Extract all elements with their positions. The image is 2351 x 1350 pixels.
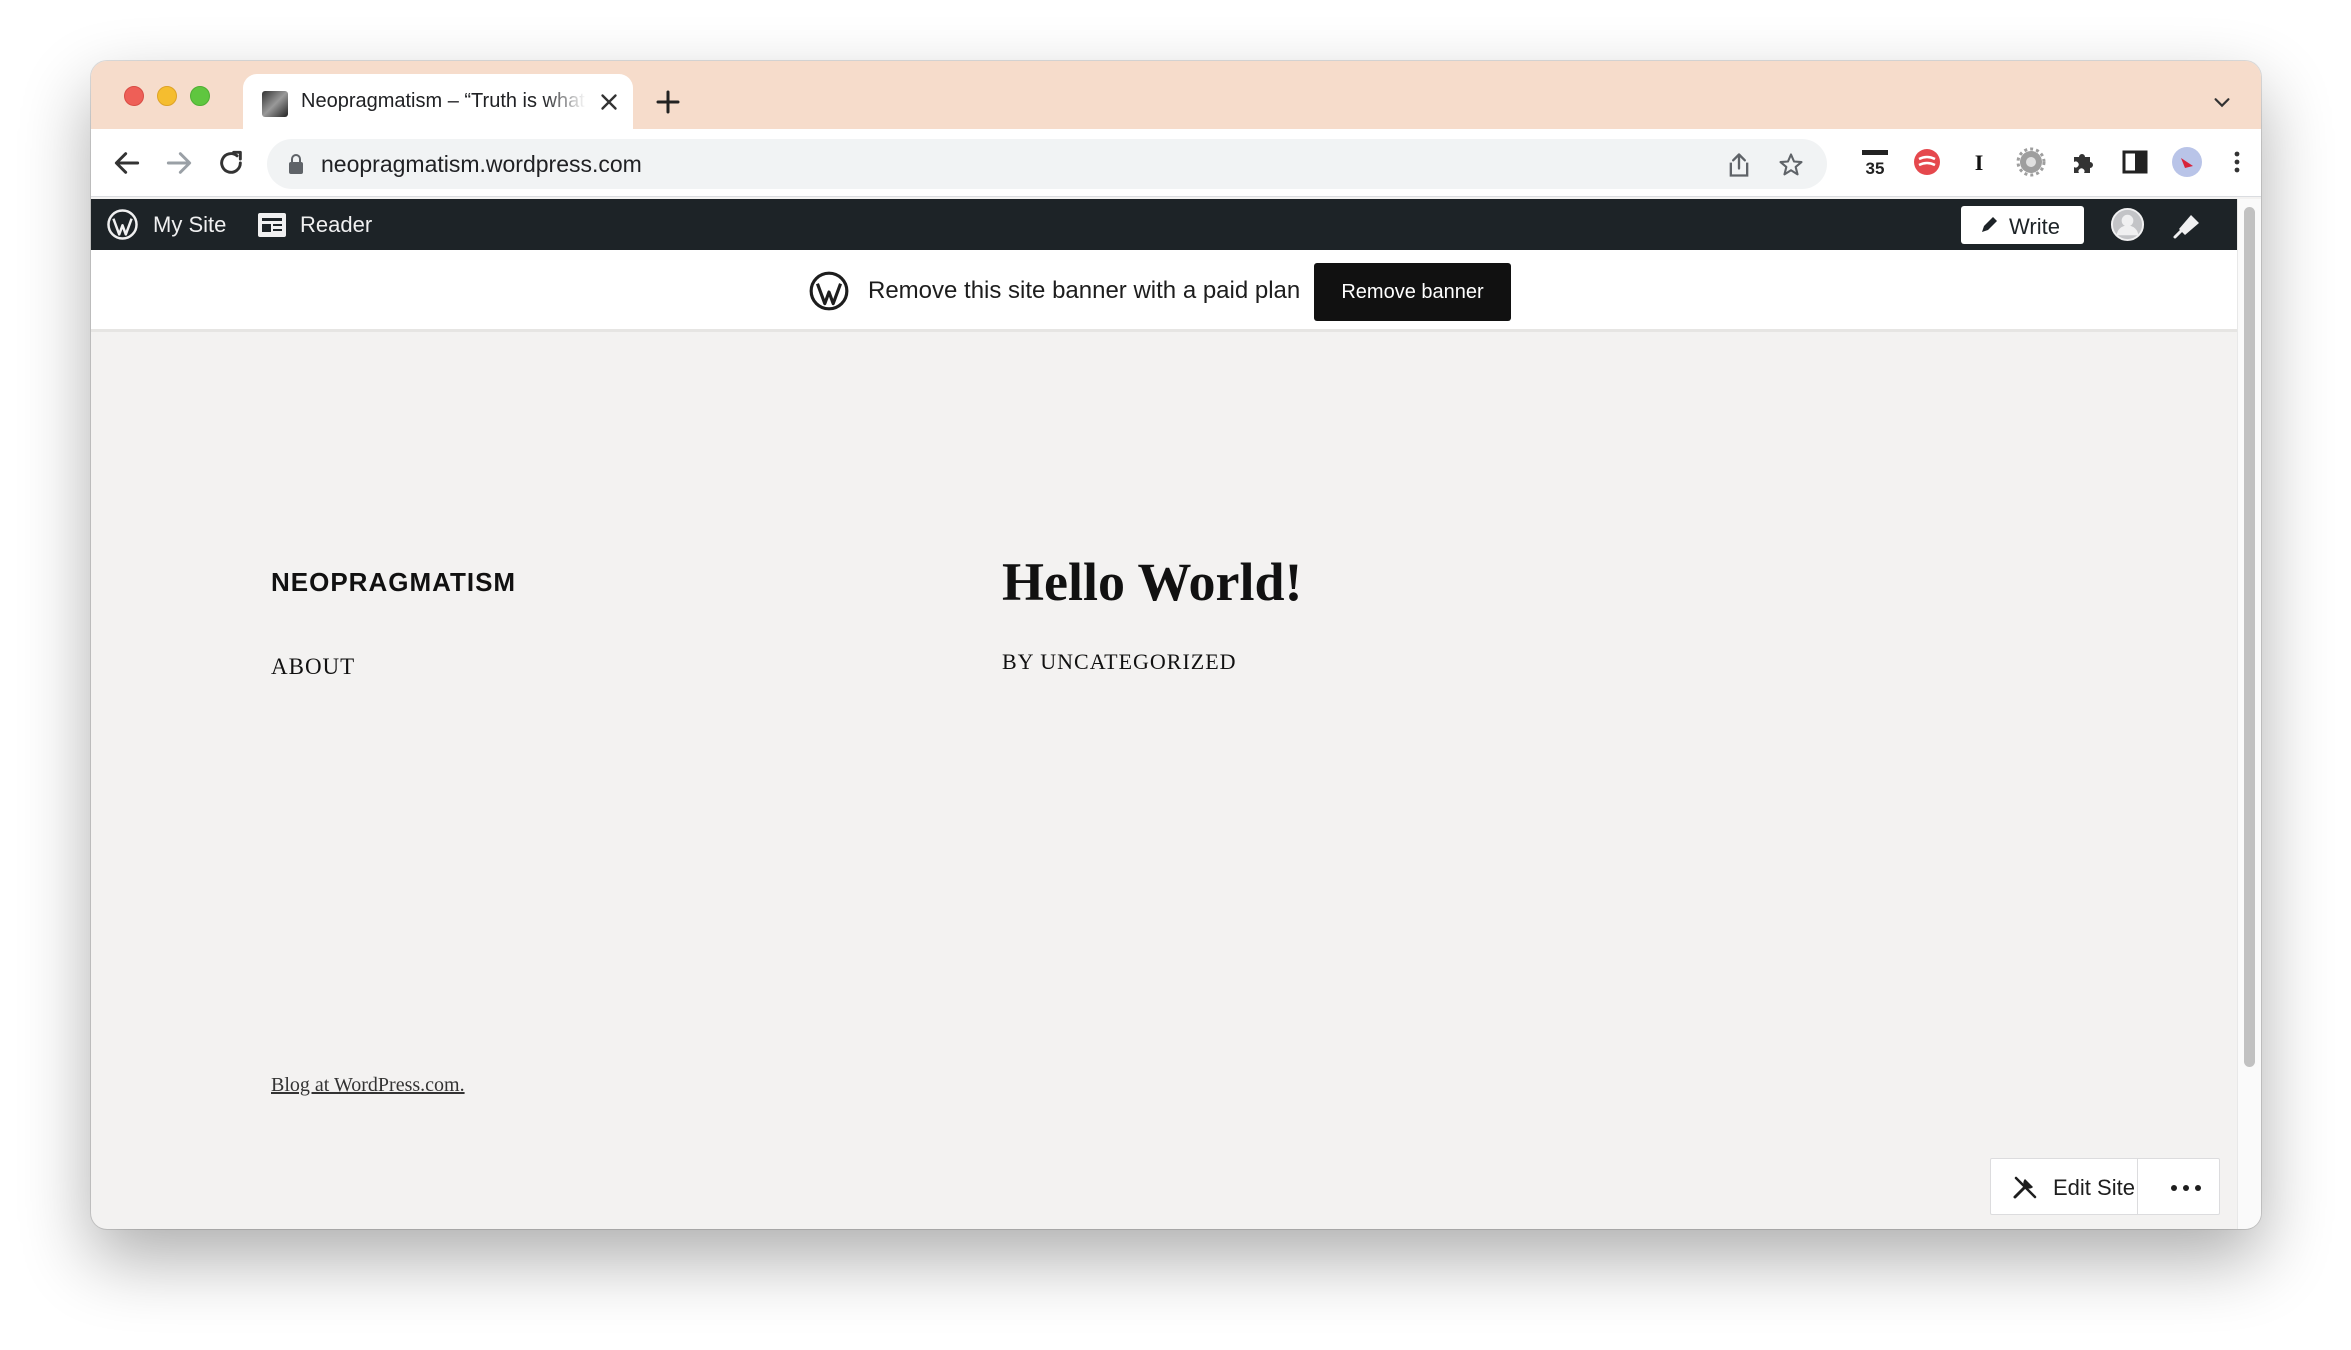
zoom-window-button[interactable] — [190, 86, 210, 106]
instapaper-extension-icon[interactable]: I — [1963, 146, 1995, 178]
banner-text: Remove this site banner with a paid plan — [868, 277, 1301, 304]
browser-menu-icon[interactable] — [2221, 146, 2253, 178]
extensions-puzzle-icon[interactable] — [2067, 146, 2099, 178]
reload-icon[interactable] — [215, 147, 247, 179]
wordpress-logo-icon — [809, 271, 849, 311]
gear-extension-icon[interactable] — [2015, 146, 2047, 178]
footer-credit-link[interactable]: Blog at WordPress.com. — [271, 1074, 465, 1097]
post-meta[interactable]: BY UNCATEGORIZED — [1002, 649, 1237, 675]
post-title[interactable]: Hello World! — [1002, 551, 1303, 613]
calendar-extension-icon[interactable]: 35 — [1859, 146, 1891, 178]
bookmark-star-icon[interactable] — [1777, 151, 1805, 179]
back-icon[interactable] — [111, 147, 143, 179]
wordpress-logo-icon[interactable] — [106, 208, 139, 241]
edit-site-button[interactable]: Edit Site — [1991, 1159, 2137, 1214]
more-options-icon[interactable] — [2169, 1183, 2203, 1193]
tools-icon — [2013, 1176, 2037, 1199]
url-text: neopragmatism.wordpress.com — [321, 151, 642, 177]
share-icon[interactable] — [1725, 151, 1753, 179]
address-bar[interactable]: neopragmatism.wordpress.com — [267, 139, 1827, 189]
forward-icon[interactable] — [163, 147, 195, 179]
my-site-link[interactable]: My Site — [153, 212, 226, 238]
site-title[interactable]: NEOPRAGMATISM — [271, 567, 516, 598]
browser-toolbar: neopragmatism.wordpress.com 35 I — [91, 129, 2261, 197]
nav-link-about[interactable]: ABOUT — [271, 654, 355, 680]
red-extension-icon[interactable] — [1911, 146, 1943, 178]
tab-search-chevron-icon[interactable] — [2211, 91, 2233, 113]
write-label: Write — [2009, 214, 2060, 239]
minimize-window-button[interactable] — [157, 86, 177, 106]
divider — [2137, 1159, 2138, 1214]
profile-avatar-icon[interactable] — [2171, 146, 2203, 178]
browser-window: Neopragmatism – “Truth is what neopragma… — [91, 61, 2261, 1229]
new-tab-icon[interactable] — [653, 87, 683, 117]
avatar-icon[interactable] — [2110, 207, 2145, 242]
svg-text:35: 35 — [1866, 159, 1885, 178]
tab-strip: Neopragmatism – “Truth is what — [91, 61, 2261, 130]
edit-site-widget: Edit Site — [1990, 1158, 2220, 1215]
write-button[interactable]: Write — [1961, 206, 2084, 244]
browser-tab[interactable]: Neopragmatism – “Truth is what — [243, 74, 633, 130]
reader-icon[interactable] — [257, 212, 287, 238]
notifications-bell-icon[interactable] — [2171, 209, 2203, 241]
side-panel-icon[interactable] — [2119, 146, 2151, 178]
edit-site-label: Edit Site — [2053, 1175, 2135, 1200]
site-favicon-icon — [262, 91, 288, 117]
close-window-button[interactable] — [124, 86, 144, 106]
tab-title: Neopragmatism – “Truth is what — [301, 90, 585, 112]
scrollbar-thumb[interactable] — [2244, 207, 2255, 1067]
close-tab-icon[interactable] — [596, 89, 622, 115]
wp-admin-bar: My Site Reader Write — [91, 199, 2237, 250]
remove-banner-button[interactable]: Remove banner — [1314, 263, 1511, 321]
pencil-icon — [1982, 217, 1997, 232]
upgrade-banner: Remove this site banner with a paid plan… — [91, 250, 2237, 332]
lock-icon — [289, 154, 303, 174]
reader-link[interactable]: Reader — [300, 212, 372, 238]
svg-text:I: I — [1975, 150, 1984, 175]
page-scrollbar[interactable] — [2237, 199, 2261, 1229]
